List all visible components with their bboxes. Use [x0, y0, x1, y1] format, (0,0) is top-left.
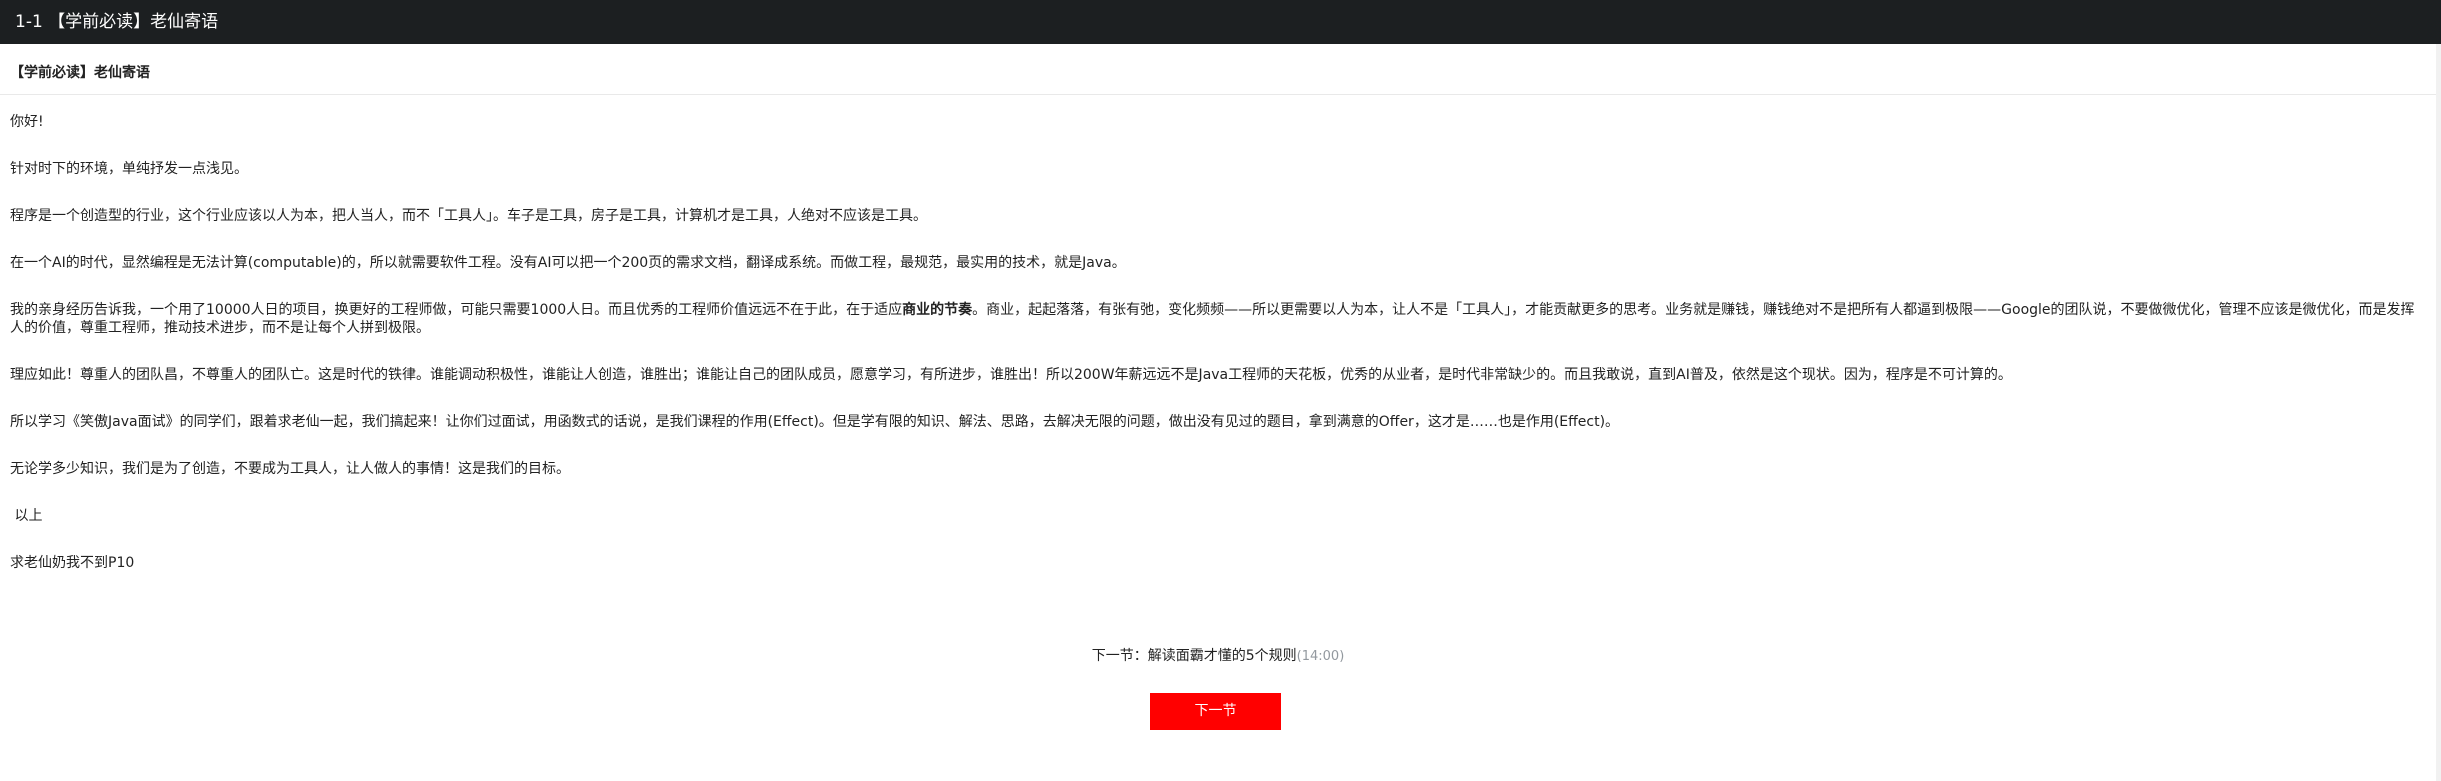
scrollbar[interactable] [2436, 44, 2441, 781]
paragraph: 理应如此！尊重人的团队昌，不尊重人的团队亡。这是时代的铁律。谁能调动积极性，谁能… [10, 367, 2012, 383]
next-lesson-info: 下一节：解读面霸才懂的5个规则(14:00) [0, 645, 2436, 665]
lesson-title: 1-1 【学前必读】老仙寄语 [15, 12, 219, 32]
paragraph: 你好! [10, 114, 44, 130]
next-lesson-duration: (14:00) [1296, 649, 1345, 664]
paragraph: 以上 [10, 508, 43, 524]
content-panel: 【学前必读】老仙寄语 你好! 针对时下的环境，单纯抒发一点浅见。 程序是一个创造… [0, 44, 2436, 781]
paragraph: 针对时下的环境，单纯抒发一点浅见。 [10, 161, 248, 177]
next-lesson-button[interactable]: 下一节 [1150, 693, 1281, 730]
paragraph: 我的亲身经历告诉我，一个用了10000人日的项目，换更好的工程师做，可能只需要1… [10, 301, 2422, 337]
paragraph-text: 我的亲身经历告诉我，一个用了10000人日的项目，换更好的工程师做，可能只需要1… [10, 302, 903, 318]
paragraph: 求老仙奶我不到P10 [10, 555, 135, 571]
article-body: 你好! 针对时下的环境，单纯抒发一点浅见。 程序是一个创造型的行业，这个行业应该… [10, 113, 2422, 601]
paragraph: 程序是一个创造型的行业，这个行业应该以人为本，把人当人，而不「工具人」。车子是工… [10, 208, 927, 224]
emphasis-text: 商业的节奏 [902, 302, 973, 318]
top-bar: 1-1 【学前必读】老仙寄语 [0, 0, 2441, 44]
next-lesson-label: 下一节：解读面霸才懂的5个规则 [1091, 648, 1297, 664]
article-title: 【学前必读】老仙寄语 [10, 65, 150, 81]
paragraph: 所以学习《笑傲Java面试》的同学们，跟着求老仙一起，我们搞起来！让你们过面试，… [10, 414, 1620, 430]
divider [0, 94, 2436, 95]
paragraph: 在一个AI的时代，显然编程是无法计算(computable)的，所以就需要软件工… [10, 255, 1126, 271]
paragraph: 无论学多少知识，我们是为了创造，不要成为工具人，让人做人的事情！这是我们的目标。 [10, 461, 570, 477]
